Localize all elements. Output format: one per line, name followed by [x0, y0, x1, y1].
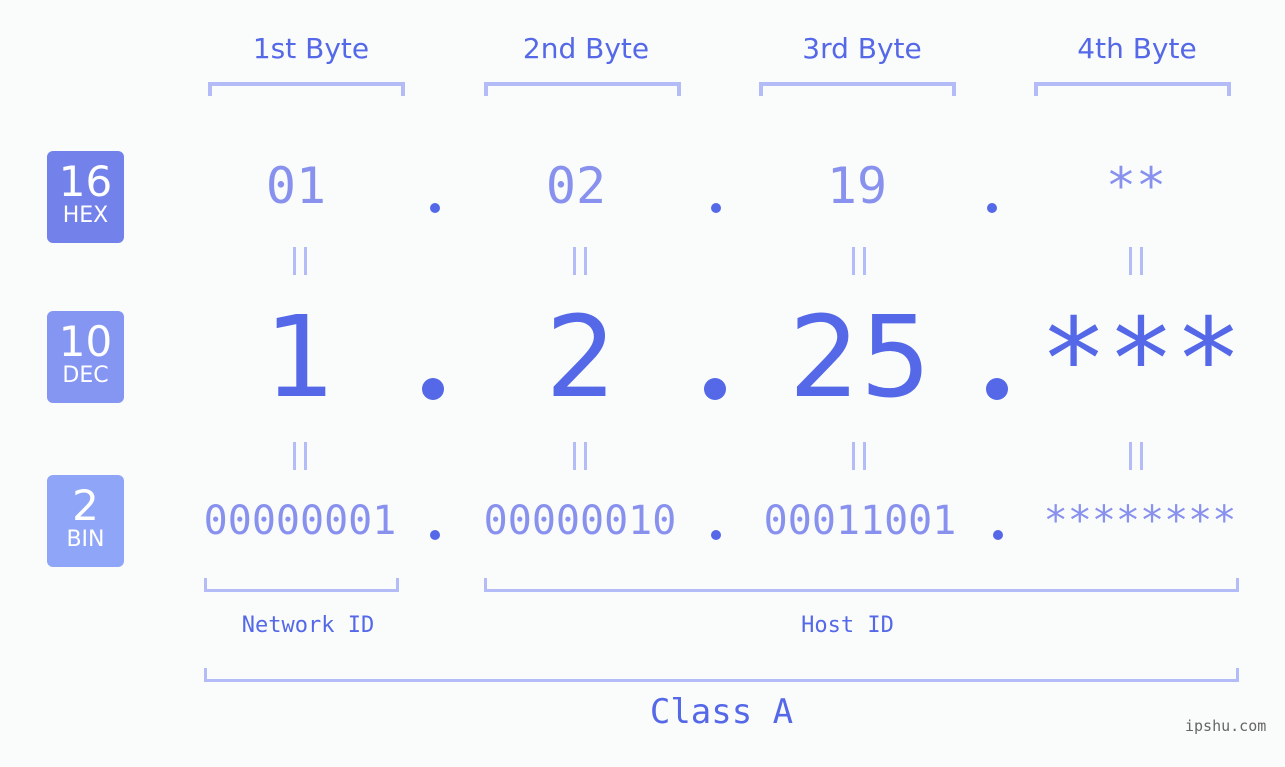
dec-badge-unit: DEC — [62, 363, 109, 388]
class-label: Class A — [649, 692, 794, 732]
dec-separator-dot — [704, 378, 726, 400]
bin-separator-dot — [430, 530, 440, 540]
byte-label-4: 4th Byte — [1077, 32, 1197, 65]
equals-icon — [571, 442, 589, 470]
hex-separator-dot — [711, 203, 721, 213]
dec-value-2: 2 — [545, 293, 617, 423]
network-id-bracket — [204, 578, 399, 592]
dec-badge: 10 DEC — [47, 311, 124, 403]
equals-icon — [291, 442, 309, 470]
equals-icon — [850, 442, 868, 470]
watermark: ipshu.com — [1185, 717, 1267, 735]
dec-separator-dot — [422, 378, 444, 400]
bin-badge-unit: BIN — [66, 527, 105, 552]
byte-bracket-4 — [1034, 82, 1231, 96]
hex-badge: 16 HEX — [47, 151, 124, 243]
equals-icon — [571, 247, 589, 275]
dec-badge-number: 10 — [58, 317, 113, 366]
host-id-bracket — [484, 578, 1239, 592]
byte-bracket-2 — [484, 82, 681, 96]
hex-separator-dot — [987, 203, 997, 213]
byte-label-1: 1st Byte — [252, 32, 370, 65]
equals-icon — [1127, 442, 1145, 470]
dec-value-1: 1 — [264, 293, 336, 423]
network-id-label: Network ID — [241, 613, 375, 638]
bin-separator-dot — [711, 530, 721, 540]
hex-value-4: ** — [1105, 157, 1167, 215]
equals-icon — [1127, 247, 1145, 275]
hex-separator-dot — [430, 203, 440, 213]
dec-value-4: *** — [1039, 295, 1243, 425]
bin-separator-dot — [993, 530, 1003, 540]
byte-label-2: 2nd Byte — [522, 32, 650, 65]
byte-label-3: 3rd Byte — [802, 32, 922, 65]
hex-badge-unit: HEX — [62, 203, 109, 228]
bin-value-3: 00011001 — [763, 498, 957, 544]
byte-bracket-1 — [208, 82, 405, 96]
equals-icon — [291, 247, 309, 275]
equals-icon — [850, 247, 868, 275]
byte-bracket-3 — [759, 82, 956, 96]
host-id-label: Host ID — [801, 613, 894, 638]
hex-value-2: 02 — [545, 157, 607, 215]
bin-badge-number: 2 — [72, 481, 99, 530]
dec-separator-dot — [986, 378, 1008, 400]
bin-value-1: 00000001 — [203, 498, 397, 544]
hex-value-1: 01 — [265, 157, 327, 215]
class-bracket — [204, 668, 1239, 682]
hex-badge-number: 16 — [58, 157, 113, 206]
bin-value-4: ******** — [1043, 498, 1237, 544]
hex-value-3: 19 — [826, 157, 888, 215]
bin-value-2: 00000010 — [483, 498, 677, 544]
bin-badge: 2 BIN — [47, 475, 124, 567]
dec-value-3: 25 — [788, 293, 932, 423]
